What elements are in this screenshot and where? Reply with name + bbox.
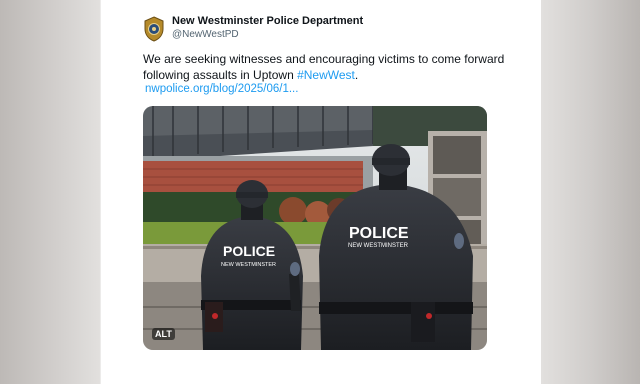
vest-text-right: POLICE [349, 225, 409, 242]
vest-subtext-right: NEW WESTMINSTER [348, 243, 409, 249]
tweet-text-end: . [354, 68, 359, 82]
tweet-text: We are seeking witnesses and encouraging… [143, 51, 513, 83]
vest-text-left: POLICE [223, 243, 275, 259]
police-badge-icon[interactable] [143, 16, 165, 42]
alt-badge[interactable]: ALT [152, 328, 175, 340]
blog-link[interactable]: nwpolice.org/blog/2025/06/1... [145, 83, 298, 95]
tweet-photo[interactable]: POLICE NEW WESTMINSTER POLICE NEW WESTMI… [143, 106, 487, 350]
hashtag-link[interactable]: #NewWest [297, 68, 355, 82]
author-handle[interactable]: @NewWestPD [172, 29, 239, 40]
author-name[interactable]: New Westminster Police Department [172, 15, 363, 27]
vest-subtext-left: NEW WESTMINSTER [221, 262, 276, 268]
